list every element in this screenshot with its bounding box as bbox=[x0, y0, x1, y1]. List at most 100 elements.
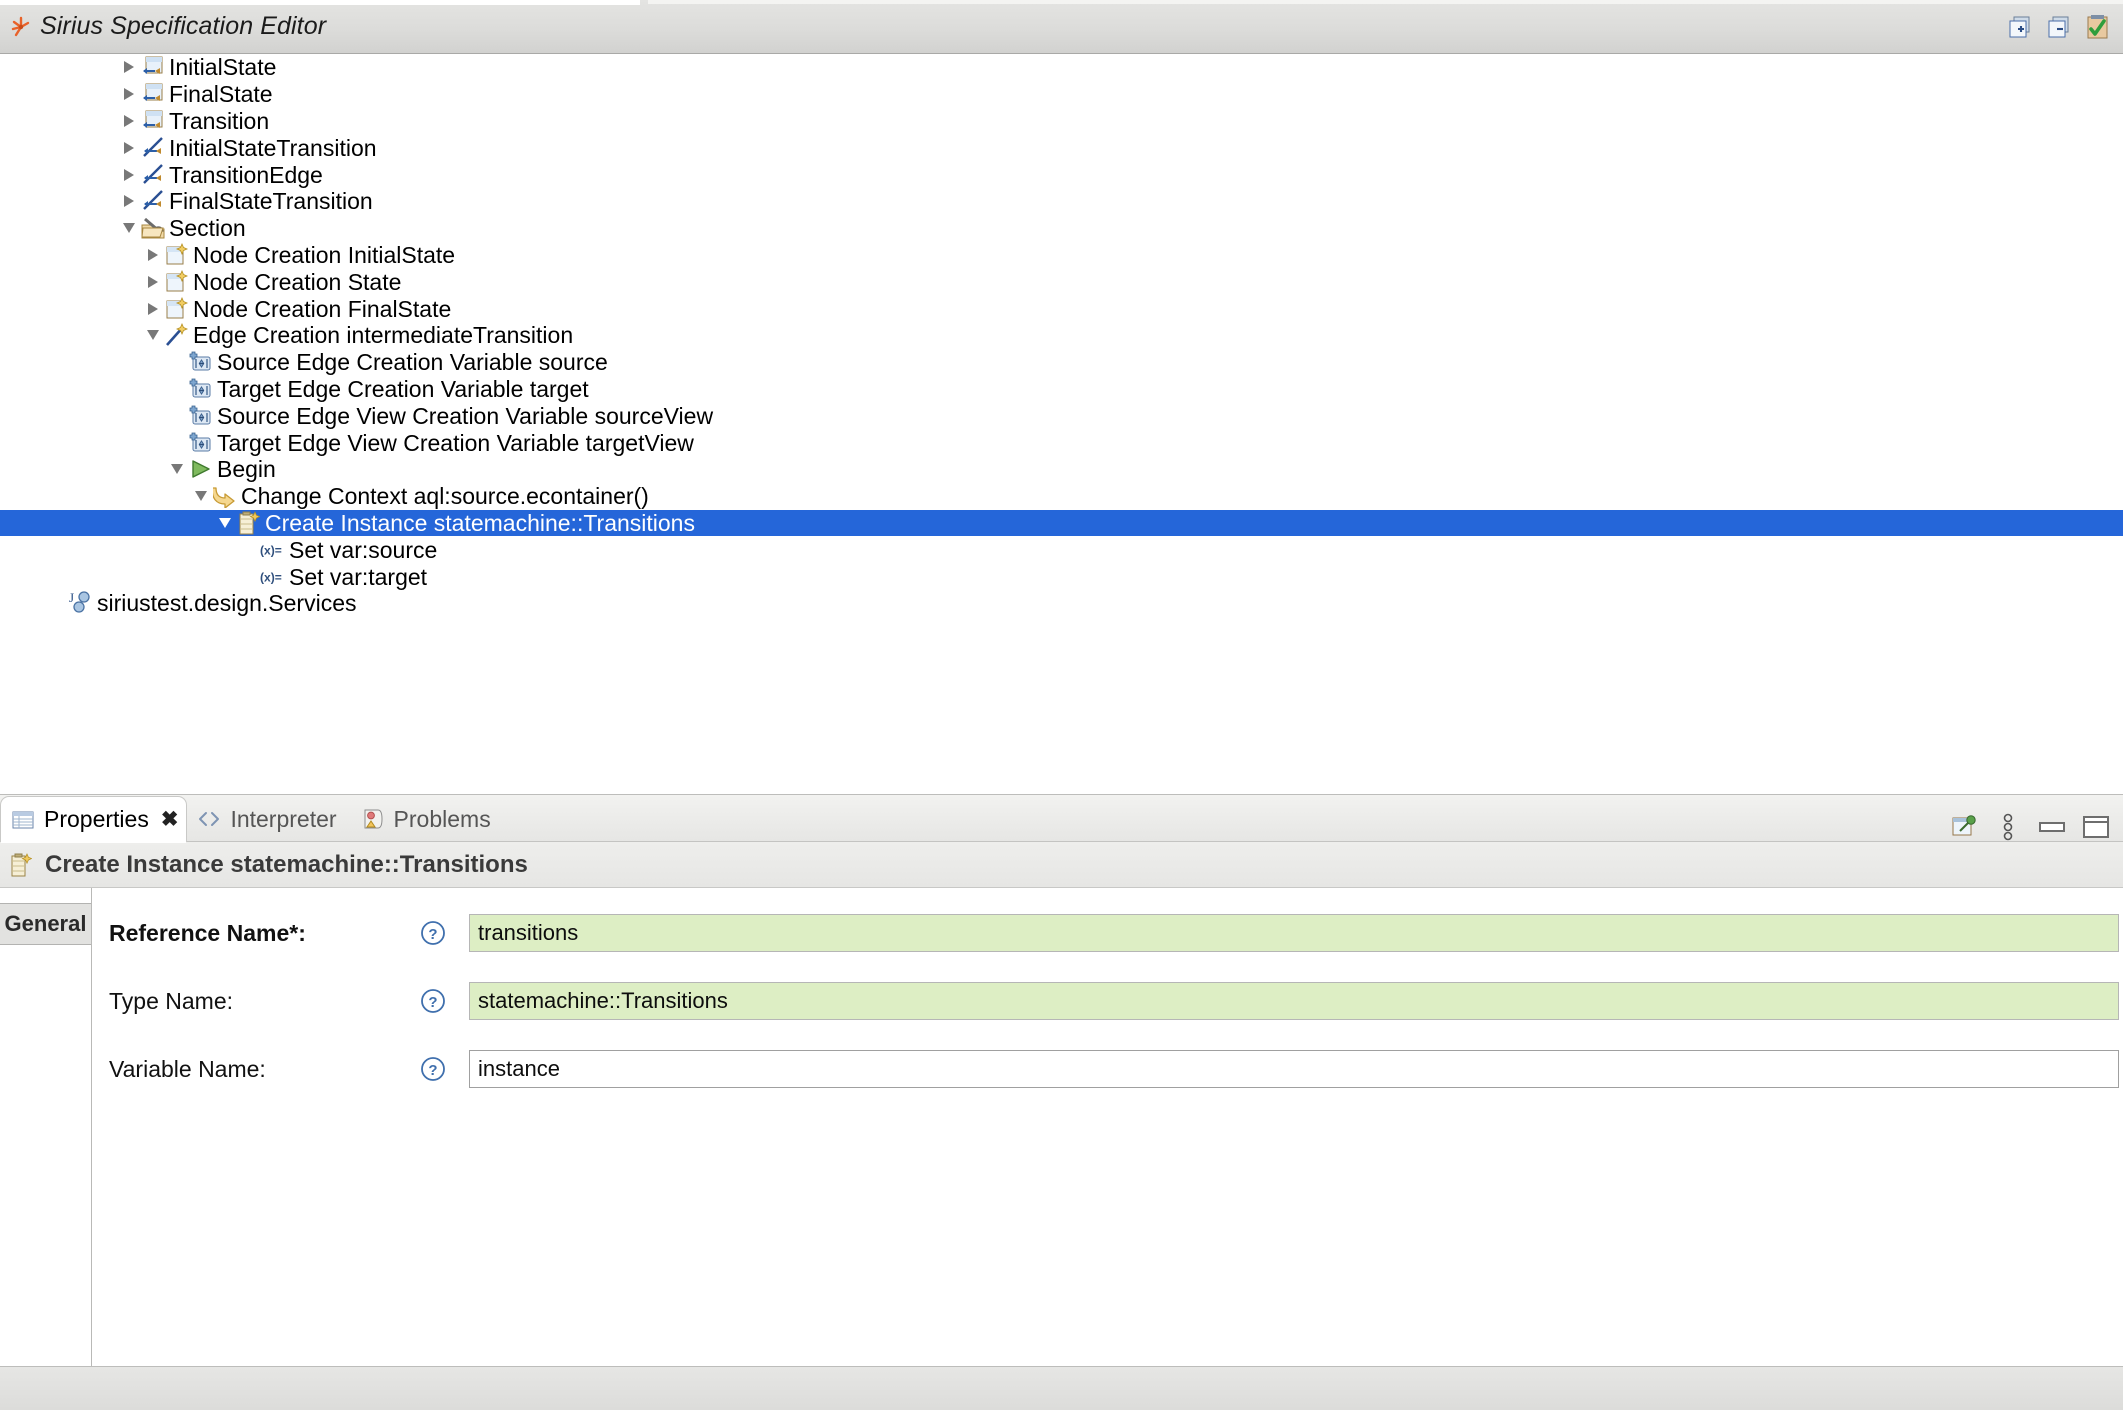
tree-row-label: Node Creation State bbox=[193, 268, 402, 295]
change-context-icon bbox=[212, 484, 238, 509]
node-mapping-icon bbox=[140, 82, 166, 106]
tree-row[interactable]: (x)= Set var:target bbox=[0, 563, 2123, 590]
chevron-down-icon[interactable] bbox=[214, 510, 236, 537]
set-value-icon: (x)= bbox=[260, 565, 286, 589]
editor-title-bar: Sirius Specification Editor bbox=[0, 0, 2123, 54]
tab-interpreter[interactable]: Interpreter bbox=[187, 796, 350, 842]
tree-row-label: Set var:target bbox=[289, 563, 428, 590]
editor-window-controls bbox=[2003, 10, 2123, 43]
help-icon[interactable]: ? bbox=[419, 920, 447, 946]
tree-row[interactable]: InitialStateTransition bbox=[0, 134, 2123, 161]
interpreter-icon bbox=[197, 809, 221, 829]
properties-tab-bar: Properties ✖ Interpreter Problems bbox=[0, 794, 2123, 843]
property-field-input[interactable]: instance bbox=[469, 1050, 2119, 1088]
property-field-row: Reference Name*: ? transitions bbox=[109, 908, 2123, 958]
maximize-button[interactable] bbox=[2081, 812, 2111, 842]
section-tools-icon bbox=[140, 216, 166, 240]
tree-row[interactable]: Change Context aql:source.econtainer() bbox=[0, 483, 2123, 510]
tree-row[interactable]: Transition bbox=[0, 108, 2123, 135]
help-icon[interactable]: ? bbox=[419, 1056, 447, 1082]
help-icon[interactable]: ? bbox=[419, 988, 447, 1014]
chevron-down-icon[interactable] bbox=[142, 322, 164, 349]
tree-row[interactable]: TransitionEdge bbox=[0, 161, 2123, 188]
tree-row[interactable]: InitialState bbox=[0, 54, 2123, 81]
node-creation-icon bbox=[164, 296, 190, 321]
tab-problems[interactable]: Problems bbox=[351, 796, 505, 842]
set-value-icon: (x)= bbox=[260, 538, 286, 562]
tree-row[interactable]: Create Instance statemachine::Transition… bbox=[0, 509, 2123, 537]
tree-row-label: Section bbox=[169, 215, 246, 242]
tree-row[interactable]: Node Creation InitialState bbox=[0, 242, 2123, 269]
properties-icon bbox=[11, 808, 35, 832]
chevron-right-icon[interactable] bbox=[118, 188, 140, 215]
validate-button[interactable] bbox=[2081, 10, 2114, 43]
property-field-label: Variable Name: bbox=[109, 1055, 266, 1082]
pin-view-button[interactable] bbox=[1949, 812, 1979, 842]
tree-row-label: Edge Creation intermediateTransition bbox=[193, 322, 574, 349]
property-field-input[interactable]: statemachine::Transitions bbox=[469, 982, 2119, 1020]
page-title: Sirius Specification Editor bbox=[40, 12, 327, 40]
tree-row[interactable]: Target Edge View Creation Variable targe… bbox=[0, 429, 2123, 456]
tree-row[interactable]: Source Edge View Creation Variable sourc… bbox=[0, 402, 2123, 429]
chevron-right-icon[interactable] bbox=[118, 134, 140, 161]
chevron-down-icon[interactable] bbox=[190, 483, 212, 510]
chevron-right-icon[interactable] bbox=[118, 161, 140, 188]
node-mapping-icon bbox=[140, 109, 166, 133]
view-menu-button[interactable] bbox=[1993, 812, 2023, 842]
tree-row-label: Source Edge View Creation Variable sourc… bbox=[217, 402, 714, 429]
tab-properties[interactable]: Properties ✖ bbox=[0, 796, 188, 843]
tree-row[interactable]: J siriustest.design.Services bbox=[0, 590, 2123, 617]
tree-row[interactable]: Node Creation State bbox=[0, 268, 2123, 295]
tree-row-label: Source Edge Creation Variable source bbox=[217, 349, 608, 376]
tree-row[interactable]: Begin bbox=[0, 456, 2123, 483]
side-tab-general-label: General bbox=[4, 911, 87, 936]
svg-text:?: ? bbox=[428, 994, 437, 1011]
chevron-right-icon[interactable] bbox=[118, 54, 140, 81]
create-instance-icon bbox=[236, 511, 262, 535]
svg-text:?: ? bbox=[428, 1062, 437, 1079]
chevron-down-icon[interactable] bbox=[118, 215, 140, 242]
chevron-right-icon[interactable] bbox=[118, 108, 140, 135]
expand-all-button[interactable] bbox=[2003, 10, 2036, 43]
tree-row[interactable]: Source Edge Creation Variable source bbox=[0, 349, 2123, 376]
edge-mapping-icon bbox=[140, 189, 166, 213]
properties-header-title: Create Instance statemachine::Transition… bbox=[45, 850, 528, 878]
tree-row-label: InitialStateTransition bbox=[169, 134, 377, 161]
tree-row[interactable]: FinalState bbox=[0, 81, 2123, 108]
property-field-label: Type Name: bbox=[109, 987, 233, 1014]
chevron-down-icon[interactable] bbox=[166, 456, 188, 483]
tree-row[interactable]: (x)= Set var:source bbox=[0, 536, 2123, 563]
edge-mapping-icon bbox=[140, 136, 166, 160]
svg-text:J: J bbox=[69, 591, 74, 605]
property-field-input[interactable]: transitions bbox=[469, 914, 2119, 952]
tree-row[interactable]: Edge Creation intermediateTransition bbox=[0, 322, 2123, 349]
collapse-all-button[interactable] bbox=[2042, 10, 2075, 43]
variable-icon bbox=[188, 404, 214, 428]
chevron-right-icon[interactable] bbox=[142, 242, 164, 269]
tree-row-label: InitialState bbox=[169, 54, 277, 81]
tree-row[interactable]: Target Edge Creation Variable target bbox=[0, 376, 2123, 403]
create-instance-icon bbox=[8, 852, 34, 877]
tree-row-label: Change Context aql:source.econtainer() bbox=[241, 483, 649, 510]
minimize-button[interactable] bbox=[2037, 812, 2067, 842]
node-creation-icon bbox=[164, 269, 190, 294]
tab-problems-label: Problems bbox=[393, 805, 491, 832]
tree-row[interactable]: FinalStateTransition bbox=[0, 188, 2123, 215]
specification-tree[interactable]: InitialState FinalState Transition Initi… bbox=[0, 54, 2123, 794]
tree-row-label: Set var:source bbox=[289, 536, 438, 563]
tree-row[interactable]: Section bbox=[0, 215, 2123, 242]
tree-row-label: FinalState bbox=[169, 81, 273, 108]
tree-row[interactable]: Node Creation FinalState bbox=[0, 295, 2123, 322]
chevron-right-icon[interactable] bbox=[142, 295, 164, 322]
close-icon[interactable]: ✖ bbox=[161, 807, 179, 832]
chevron-right-icon[interactable] bbox=[118, 81, 140, 108]
side-tab-general[interactable]: General bbox=[0, 903, 91, 945]
properties-body: General Reference Name*: ? transitions Ty… bbox=[0, 888, 2123, 1366]
chevron-right-icon[interactable] bbox=[142, 268, 164, 295]
properties-side-tabs[interactable]: General bbox=[0, 888, 92, 1366]
tab-interpreter-label: Interpreter bbox=[230, 805, 337, 832]
